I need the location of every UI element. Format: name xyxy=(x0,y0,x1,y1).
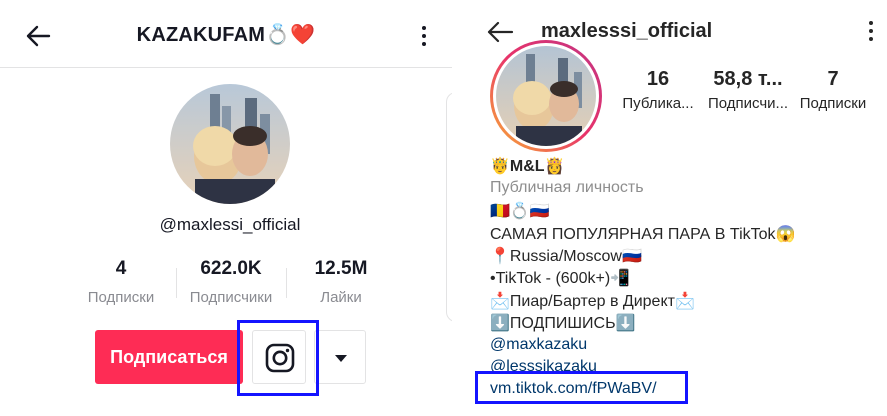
following-label: Подписки xyxy=(799,95,867,112)
profile-name: 🤴M&L👸 xyxy=(490,158,565,175)
profile-category: Публичная личность xyxy=(490,179,644,196)
profile-title: maxlesssi_official xyxy=(541,20,713,42)
highlight-box-instagram xyxy=(237,320,319,396)
instagram-profile-panel: maxlesssi_official 16 Публика... 58,8 т.… xyxy=(462,0,887,416)
mention-link[interactable]: @maxkazaku xyxy=(490,336,587,354)
more-vertical-icon[interactable] xyxy=(863,20,879,42)
following-stat[interactable]: 7 Подписки xyxy=(796,68,870,112)
posts-stat[interactable]: 16 Публика... xyxy=(622,68,694,112)
bio-flags: 🇷🇴💍🇷🇺 xyxy=(490,203,550,220)
avatar-story-ring[interactable] xyxy=(490,40,602,152)
highlight-box-link xyxy=(475,371,688,404)
tiktok-header: KAZAKUFAM💍❤️ xyxy=(0,0,452,68)
posts-count: 16 xyxy=(646,68,670,90)
followers-label: Подписчи... xyxy=(707,95,789,112)
following-count: 7 xyxy=(827,68,839,90)
tiktok-profile-panel: KAZAKUFAM💍❤️ @maxlessi_official 4 Подпис… xyxy=(0,0,452,416)
more-options-button[interactable] xyxy=(314,330,366,384)
likes-label: Лайки xyxy=(320,289,362,306)
followers-label: Подписчики xyxy=(189,289,273,306)
following-label: Подписки xyxy=(87,289,155,306)
following-stat[interactable]: 4 Подписки xyxy=(66,258,176,306)
bio-line: 📍Russia/Moscow🇷🇺 xyxy=(490,248,642,265)
likes-stat: 12.5M Лайки xyxy=(286,258,396,306)
followers-stat[interactable]: 622.0K Подписчики xyxy=(176,258,286,306)
followers-count: 622.0K xyxy=(200,258,262,279)
followers-count: 58,8 т... xyxy=(713,68,783,90)
following-count: 4 xyxy=(115,258,127,279)
panel-divider xyxy=(452,0,462,416)
bio-line: 📩Пиар/Бартер в Директ📩 xyxy=(490,293,695,310)
posts-label: Публика... xyxy=(622,95,694,112)
avatar[interactable] xyxy=(170,84,290,204)
bio-line: •TikTok - (600k+)📲 xyxy=(490,270,631,287)
likes-count: 12.5M xyxy=(314,258,368,279)
bio-line: ⬇️ПОДПИШИСЬ⬇️ xyxy=(490,315,636,332)
username: @maxlessi_official xyxy=(159,215,301,234)
caret-down-icon xyxy=(335,355,347,362)
subscribe-button[interactable]: Подписаться xyxy=(95,330,243,384)
back-arrow-icon[interactable] xyxy=(486,18,514,46)
profile-title: KAZAKUFAM💍❤️ xyxy=(136,24,316,46)
avatar xyxy=(496,46,596,146)
more-vertical-icon[interactable] xyxy=(416,24,432,48)
followers-stat[interactable]: 58,8 т... Подписчи... xyxy=(705,68,791,112)
bio-line: САМАЯ ПОПУЛЯРНАЯ ПАРА В TikTok😱 xyxy=(490,226,796,243)
